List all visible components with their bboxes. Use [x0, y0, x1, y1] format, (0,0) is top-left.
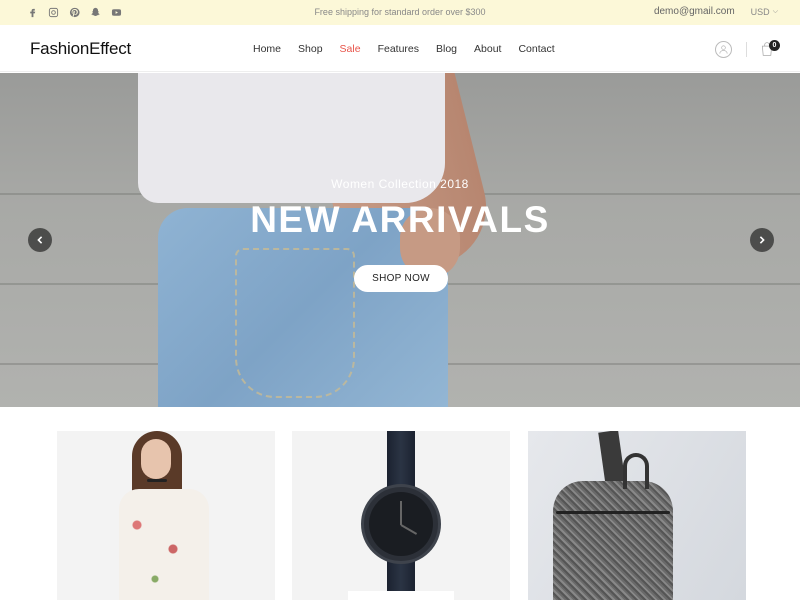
shop-now-button[interactable]: SHOP NOW [354, 265, 448, 292]
hero-subtitle: Women Collection 2018 [331, 177, 469, 191]
nav-item-blog[interactable]: Blog [436, 43, 457, 55]
contact-email[interactable]: demo@gmail.com [654, 6, 735, 17]
nav-item-sale[interactable]: Sale [340, 43, 361, 55]
chevron-down-icon: ⌵ [772, 7, 778, 15]
currency-label: USD [750, 6, 770, 17]
hero-title: NEW ARRIVALS [250, 199, 550, 240]
nav-item-features[interactable]: Features [378, 43, 419, 55]
chevron-left-icon [37, 236, 43, 244]
floral-dress-image [119, 489, 209, 600]
user-account-icon[interactable] [715, 41, 732, 58]
backpack-image [553, 481, 673, 600]
nav-item-shop[interactable]: Shop [298, 43, 323, 55]
main-nav: Home Shop Sale Features Blog About Conta… [253, 43, 572, 55]
nav-item-home[interactable]: Home [253, 43, 281, 55]
backpack-handle [623, 453, 649, 489]
site-logo[interactable]: FashionEffect [30, 39, 131, 59]
model-choker [147, 479, 167, 482]
watch-hand [400, 501, 402, 525]
hero-slider: Women Collection 2018 NEW ARRIVALS SHOP … [0, 73, 800, 407]
top-bar: Free shipping for standard order over $3… [0, 0, 800, 25]
header-divider [746, 42, 747, 57]
nav-item-contact[interactable]: Contact [518, 43, 554, 55]
top-right: demo@gmail.com USD ⌵ [654, 6, 778, 17]
product-label-bar [348, 591, 454, 600]
slider-prev-button[interactable] [28, 228, 52, 252]
main-header: FashionEffect Home Shop Sale Features Bl… [0, 25, 800, 72]
cart-count-badge: 0 [769, 40, 780, 51]
slider-next-button[interactable] [750, 228, 774, 252]
chevron-right-icon [759, 236, 765, 244]
product-card-watch[interactable] [292, 431, 510, 600]
currency-select[interactable]: USD ⌵ [751, 7, 778, 17]
product-card-backpack[interactable] [528, 431, 746, 600]
product-card-dress[interactable] [57, 431, 275, 600]
backpack-zipper [556, 511, 670, 514]
model-face [141, 439, 171, 479]
nav-item-about[interactable]: About [474, 43, 501, 55]
hero-pocket [235, 248, 355, 398]
